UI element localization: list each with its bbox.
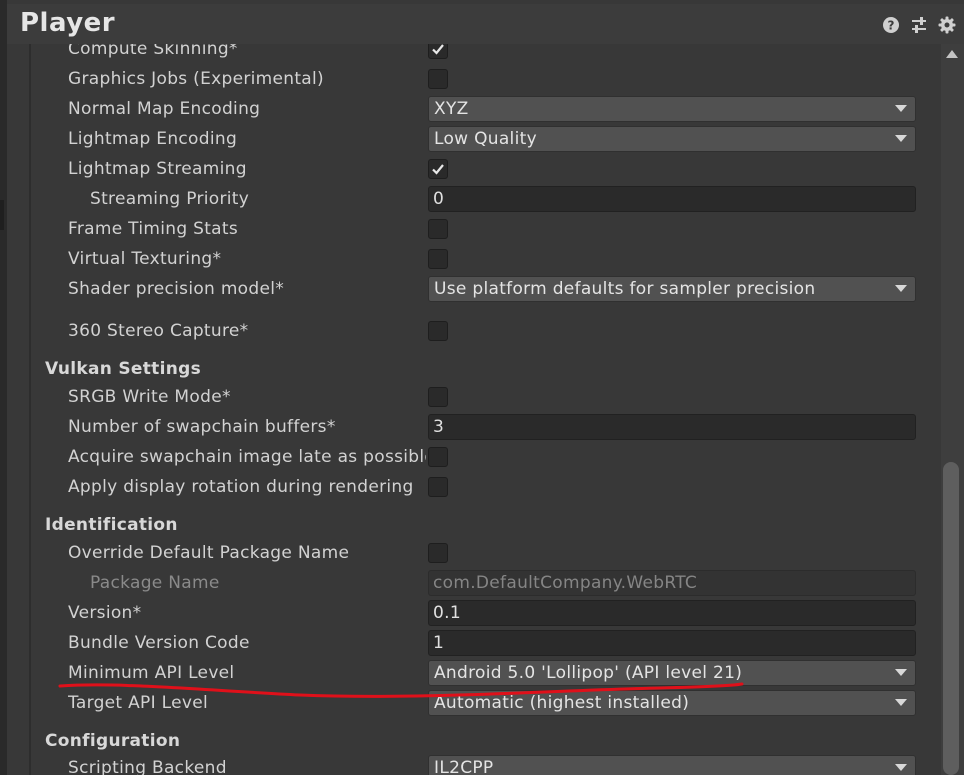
label-stereo-capture: 360 Stereo Capture* [68,321,249,341]
inspector-window: Player ? Compute Skinning* Graphics Jobs… [0,0,964,775]
label-lightmap-streaming: Lightmap Streaming [68,159,247,179]
row-srgb-write-mode: SRGB Write Mode* [7,382,941,412]
dropdown-target-api-level[interactable]: Automatic (highest installed) [428,690,916,716]
label-srgb-write-mode: SRGB Write Mode* [68,387,231,407]
checkbox-srgb-write-mode[interactable] [428,387,448,407]
dropdown-value: XYZ [434,99,469,119]
row-minimum-api-level: Minimum API Level Android 5.0 'Lollipop'… [7,658,941,688]
svg-text:?: ? [888,19,895,33]
row-frame-timing-stats: Frame Timing Stats [7,214,941,244]
inspector-header: Player ? [7,4,964,44]
gear-icon[interactable] [938,16,956,34]
dropdown-value: Low Quality [434,129,537,149]
row-graphics-jobs: Graphics Jobs (Experimental) [7,64,941,94]
chevron-down-icon [895,105,907,112]
dropdown-scripting-backend[interactable]: IL2CPP [428,755,916,775]
field-value: 0 [433,189,445,209]
label-virtual-texturing: Virtual Texturing* [68,249,222,269]
dropdown-value: Automatic (highest installed) [434,693,690,713]
chevron-down-icon [895,699,907,706]
row-scripting-backend: Scripting Backend IL2CPP [7,753,941,775]
field-streaming-priority[interactable]: 0 [428,186,916,212]
label-shader-precision-model: Shader precision model* [68,279,285,299]
checkmark-icon [432,164,444,175]
checkbox-stereo-capture[interactable] [428,321,448,341]
checkbox-lightmap-streaming[interactable] [428,159,448,179]
row-swapchain-buffers: Number of swapchain buffers* 3 [7,412,941,442]
dropdown-lightmap-encoding[interactable]: Low Quality [428,126,916,152]
row-display-rotation: Apply display rotation during rendering [7,472,941,502]
row-lightmap-streaming: Lightmap Streaming [7,154,941,184]
field-value: 1 [433,633,445,653]
section-configuration: Configuration [45,731,181,751]
dropdown-value: Android 5.0 'Lollipop' (API level 21) [434,663,743,683]
row-compute-skinning: Compute Skinning* [7,44,941,64]
chevron-down-icon [895,285,907,292]
checkmark-icon [432,44,444,55]
field-value: 3 [433,417,445,437]
dropdown-normal-map-encoding[interactable]: XYZ [428,96,916,122]
label-bundle-version-code: Bundle Version Code [68,633,250,653]
left-panel-edge [0,0,7,775]
chevron-down-icon [895,669,907,676]
checkbox-graphics-jobs[interactable] [428,69,448,89]
field-value: com.DefaultCompany.WebRTC [433,573,698,593]
section-identification: Identification [45,515,178,535]
checkbox-acquire-swapchain[interactable] [428,447,448,467]
row-acquire-swapchain: Acquire swapchain image late as possible [7,442,941,472]
vertical-scrollbar[interactable] [941,44,964,775]
sliders-icon[interactable] [910,16,928,34]
field-value: 0.1 [433,603,461,623]
label-compute-skinning: Compute Skinning* [68,44,238,59]
label-scripting-backend: Scripting Backend [68,758,227,775]
chevron-down-icon [895,764,907,771]
label-swapchain-buffers: Number of swapchain buffers* [68,417,336,437]
row-package-name: Package Name com.DefaultCompany.WebRTC [7,568,941,598]
dropdown-value: IL2CPP [434,758,494,775]
row-virtual-texturing: Virtual Texturing* [7,244,941,274]
section-vulkan-settings: Vulkan Settings [45,359,202,379]
scroll-up-arrow-icon[interactable] [946,50,958,58]
field-version[interactable]: 0.1 [428,600,916,626]
field-bundle-version-code[interactable]: 1 [428,630,916,656]
field-swapchain-buffers[interactable]: 3 [428,414,916,440]
checkbox-virtual-texturing[interactable] [428,249,448,269]
label-version: Version* [68,603,142,623]
row-normal-map-encoding: Normal Map Encoding XYZ [7,94,941,124]
left-panel-handle [0,200,4,230]
label-display-rotation: Apply display rotation during rendering [68,477,414,497]
label-lightmap-encoding: Lightmap Encoding [68,129,238,149]
label-package-name: Package Name [90,573,220,593]
checkbox-display-rotation[interactable] [428,477,448,497]
row-version: Version* 0.1 [7,598,941,628]
label-override-package-name: Override Default Package Name [68,543,350,563]
scrollbar-thumb[interactable] [943,462,959,775]
label-graphics-jobs: Graphics Jobs (Experimental) [68,69,324,89]
checkbox-override-package-name[interactable] [428,543,448,563]
help-icon[interactable]: ? [882,16,900,34]
label-frame-timing-stats: Frame Timing Stats [68,219,239,239]
chevron-down-icon [895,135,907,142]
checkbox-frame-timing-stats[interactable] [428,219,448,239]
dropdown-value: Use platform defaults for sampler precis… [434,279,816,299]
label-minimum-api-level: Minimum API Level [68,663,235,683]
row-stereo-capture: 360 Stereo Capture* [7,316,941,346]
page-title: Player [20,8,116,38]
label-acquire-swapchain: Acquire swapchain image late as possible [68,447,426,467]
checkbox-compute-skinning[interactable] [428,44,448,59]
settings-content: Compute Skinning* Graphics Jobs (Experim… [7,44,941,775]
row-streaming-priority: Streaming Priority 0 [7,184,941,214]
row-lightmap-encoding: Lightmap Encoding Low Quality [7,124,941,154]
row-shader-precision-model: Shader precision model* Use platform def… [7,274,941,304]
field-package-name: com.DefaultCompany.WebRTC [428,570,916,596]
row-override-package-name: Override Default Package Name [7,538,941,568]
label-normal-map-encoding: Normal Map Encoding [68,99,261,119]
row-target-api-level: Target API Level Automatic (highest inst… [7,688,941,718]
dropdown-minimum-api-level[interactable]: Android 5.0 'Lollipop' (API level 21) [428,660,916,686]
row-bundle-version-code: Bundle Version Code 1 [7,628,941,658]
dropdown-shader-precision-model[interactable]: Use platform defaults for sampler precis… [428,276,916,302]
label-target-api-level: Target API Level [68,693,208,713]
label-streaming-priority: Streaming Priority [90,189,250,209]
